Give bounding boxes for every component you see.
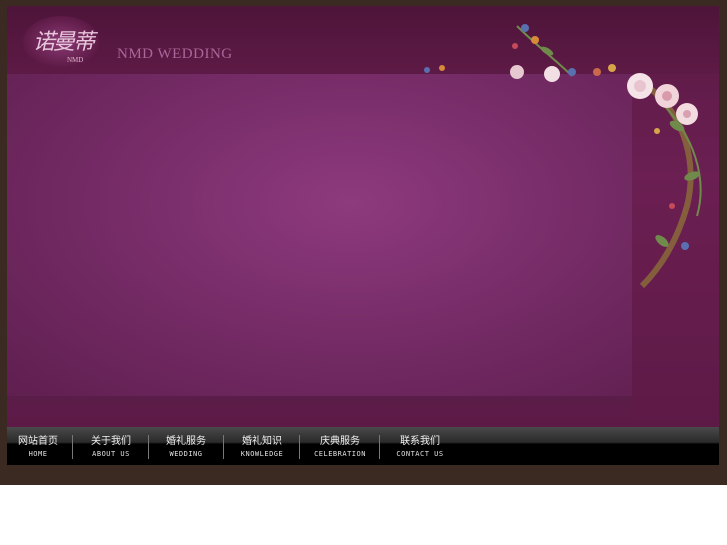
nav-item-contact[interactable]: 联系我们 CONTACT US [383,427,457,465]
nav-label-cn: 关于我们 [91,436,131,447]
nav-label-en: HOME [28,450,48,458]
nav-label-en: ABOUT US [92,450,130,458]
logo-subtext: NMD [67,56,84,64]
nav-item-wedding[interactable]: 婚礼服务 WEDDING [152,427,220,465]
nav-item-celebration[interactable]: 庆典服务 CELEBRATION [303,427,377,465]
flower-vine-decoration [424,24,702,289]
nav-label-en: WEDDING [169,450,203,458]
panel-shadow [7,396,632,427]
nav-label-en: KNOWLEDGE [240,450,284,458]
banner-stage: 诺曼蒂 NMD NMD WEDDING [7,6,719,427]
nav-label-cn: 庆典服务 [320,436,360,447]
nav-divider [223,435,224,459]
nav-label-en: CELEBRATION [314,450,366,458]
nav-label-en: CONTACT US [396,450,444,458]
nav-label-cn: 婚礼知识 [242,436,282,447]
nav-divider [148,435,149,459]
nav-divider [72,435,73,459]
nav-divider [379,435,380,459]
nav-item-home[interactable]: 网站首页 HOME [7,427,69,465]
nav-label-cn: 婚礼服务 [166,436,206,447]
nav-item-about[interactable]: 关于我们 ABOUT US [77,427,145,465]
brand-title: NMD WEDDING [117,46,233,62]
nav-divider [299,435,300,459]
nav-label-cn: 网站首页 [18,436,58,447]
nav-item-knowledge[interactable]: 婚礼知识 KNOWLEDGE [227,427,297,465]
logo[interactable]: 诺曼蒂 NMD [23,16,99,68]
main-nav: 网站首页 HOME 关于我们 ABOUT US 婚礼服务 WEDDING 婚礼知… [7,427,719,465]
nav-label-cn: 联系我们 [400,436,440,447]
logo-text: 诺曼蒂 [32,30,95,55]
